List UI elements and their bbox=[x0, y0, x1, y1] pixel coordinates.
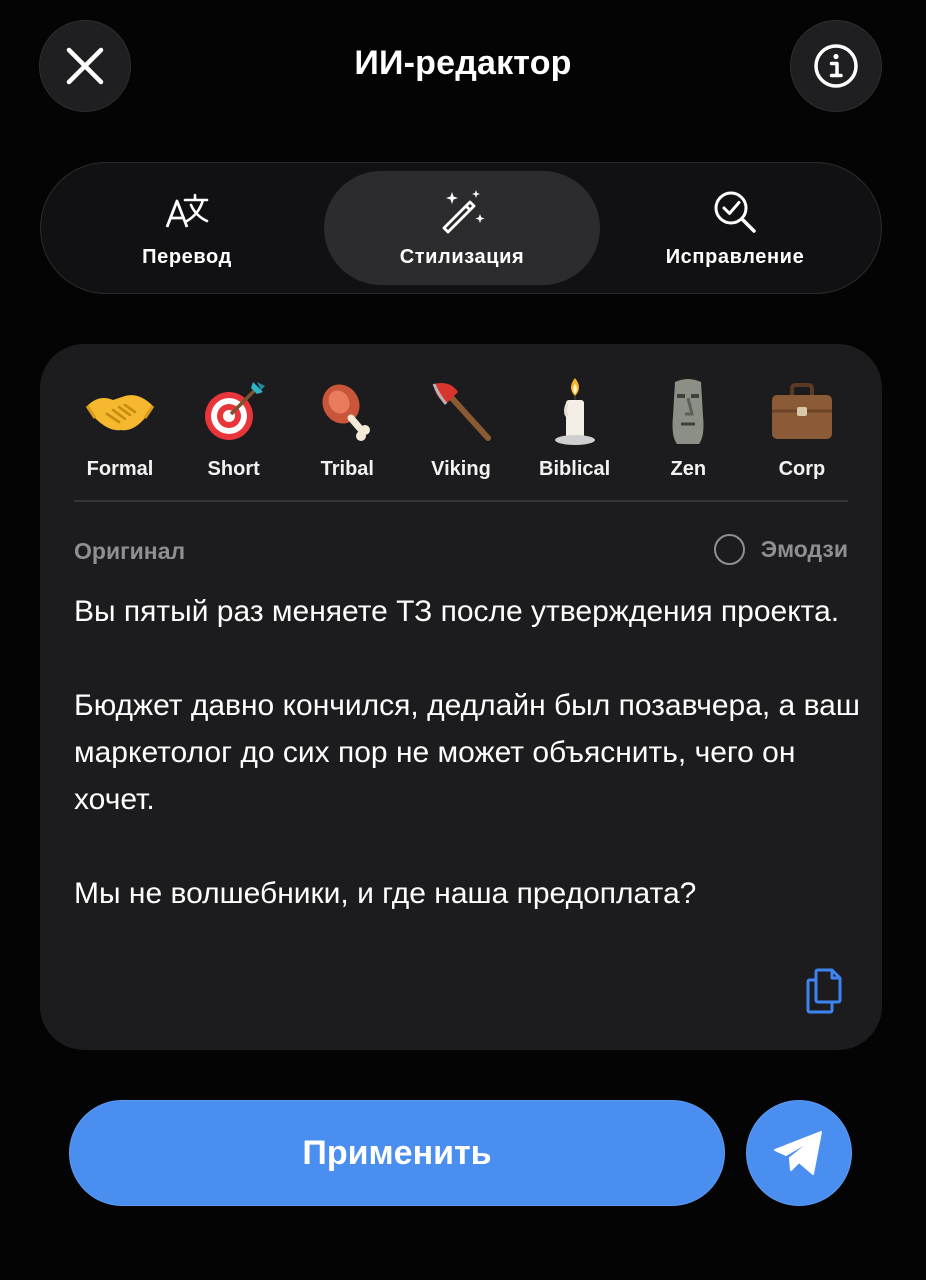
style-viking[interactable]: Viking bbox=[411, 374, 511, 484]
tab-stylize[interactable]: Стилизация bbox=[324, 171, 600, 285]
magic-wand-icon bbox=[442, 189, 485, 233]
tab-translate[interactable]: Перевод bbox=[49, 171, 325, 285]
copy-button[interactable] bbox=[804, 966, 848, 1014]
tab-label: Исправление bbox=[665, 245, 805, 268]
style-label: Tribal bbox=[320, 458, 374, 480]
style-formal[interactable]: Formal bbox=[70, 374, 170, 484]
style-list: Formal Short Tribal Viking Biblical Zen … bbox=[70, 374, 852, 484]
original-text: Вы пятый раз меняете ТЗ после утверждени… bbox=[74, 588, 864, 917]
mode-tabs: Перевод Стилизация Исправление bbox=[40, 162, 882, 294]
tab-label: Стилизация bbox=[399, 245, 525, 268]
style-label: Corp bbox=[778, 458, 826, 480]
briefcase-icon bbox=[771, 383, 832, 439]
style-label: Viking bbox=[431, 458, 491, 480]
emoji-toggle-label: Эмодзи bbox=[760, 536, 848, 562]
translate-icon bbox=[165, 193, 209, 228]
emoji-radio[interactable] bbox=[713, 534, 745, 565]
editor-card: Formal Short Tribal Viking Biblical Zen … bbox=[40, 344, 882, 1050]
info-icon bbox=[814, 44, 858, 88]
style-corp[interactable]: Corp bbox=[752, 374, 852, 484]
apply-button[interactable]: Применить bbox=[69, 1100, 725, 1206]
style-biblical[interactable]: Biblical bbox=[525, 374, 625, 484]
style-zen[interactable]: Zen bbox=[638, 374, 738, 484]
original-label: Оригинал bbox=[74, 538, 186, 564]
copy-icon bbox=[806, 968, 842, 1014]
text-paragraph: Мы не волшебники, и где наша предоплата? bbox=[74, 877, 697, 910]
text-paragraph: Вы пятый раз меняете ТЗ после утверждени… bbox=[74, 595, 840, 628]
send-button[interactable] bbox=[746, 1100, 852, 1206]
info-button[interactable] bbox=[790, 20, 882, 112]
style-label: Biblical bbox=[539, 458, 611, 480]
style-label: Short bbox=[207, 458, 260, 480]
style-label: Formal bbox=[86, 458, 154, 480]
candle-icon bbox=[554, 378, 595, 445]
style-tribal[interactable]: Tribal bbox=[297, 374, 397, 484]
ai-editor-screen: ИИ-редактор Перевод Стилизация Исправлен… bbox=[0, 0, 926, 1280]
search-check-icon bbox=[714, 191, 756, 233]
handshake-icon bbox=[85, 395, 155, 431]
axe-icon bbox=[432, 383, 491, 441]
divider bbox=[74, 500, 848, 502]
emoji-toggle[interactable]: Эмодзи bbox=[713, 534, 848, 565]
meat-on-bone-icon bbox=[322, 384, 371, 441]
style-short[interactable]: Short bbox=[184, 374, 284, 484]
tab-correction[interactable]: Исправление bbox=[597, 171, 873, 285]
moai-icon bbox=[672, 379, 704, 444]
text-paragraph: Бюджет давно кончился, дедлайн был позав… bbox=[74, 689, 860, 816]
target-icon bbox=[204, 382, 265, 440]
page-title: ИИ-редактор bbox=[354, 44, 572, 82]
send-icon bbox=[774, 1131, 822, 1175]
style-label: Zen bbox=[670, 458, 707, 480]
tab-label: Перевод bbox=[142, 245, 232, 268]
